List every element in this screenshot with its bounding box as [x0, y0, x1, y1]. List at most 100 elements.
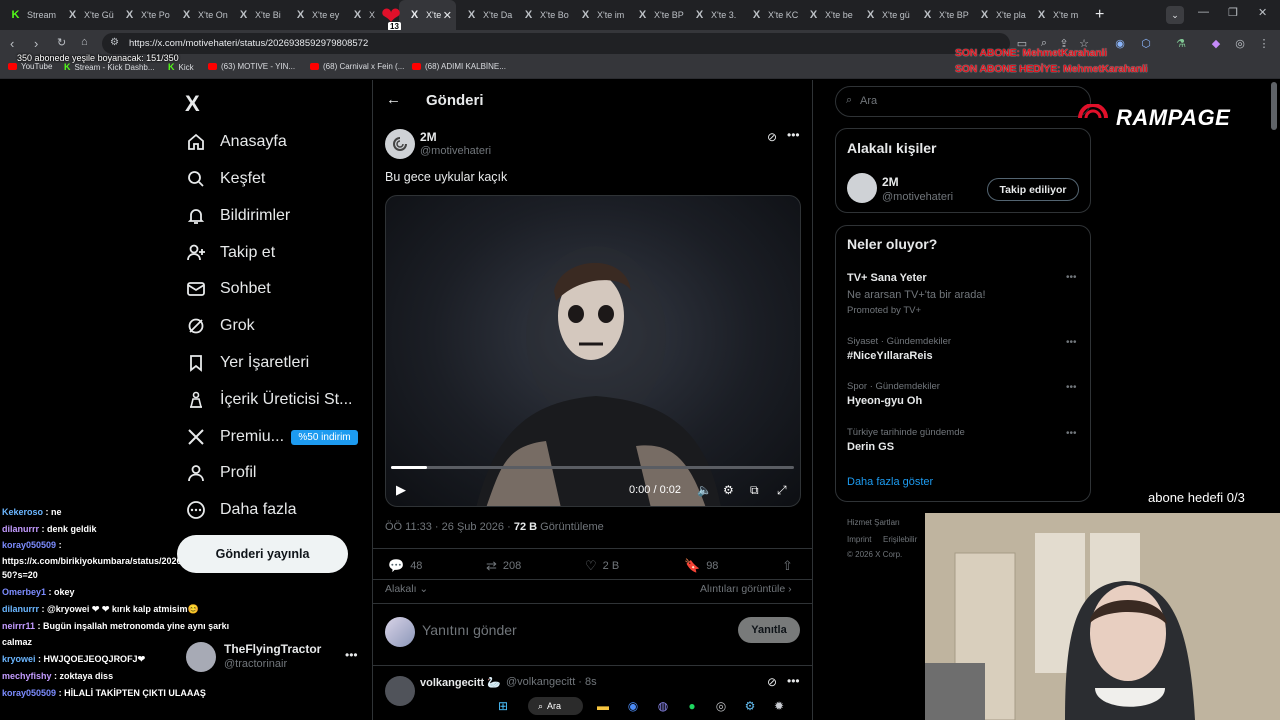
chat-username[interactable]: koray050509 — [2, 688, 56, 698]
reply-button[interactable]: Yanıtla — [738, 617, 800, 643]
chat-username[interactable]: neirrr11 — [2, 621, 35, 631]
nav-item-bookmark[interactable]: Yer İşaretleri — [186, 348, 309, 378]
grok-icon[interactable]: ⊘ — [767, 675, 777, 689]
new-tab-icon[interactable]: + — [1095, 6, 1104, 24]
browser-tab[interactable]: K Stream — [0, 0, 57, 30]
x-logo[interactable]: X — [185, 91, 200, 117]
reload-icon[interactable]: ↻ — [57, 36, 66, 49]
close-window-icon[interactable]: ✕ — [1258, 6, 1267, 19]
repost-action[interactable]: ⇄ 208 — [486, 558, 521, 574]
steam-icon[interactable]: ⚙ — [741, 697, 759, 715]
browser-tab[interactable]: X X'te BP — [627, 0, 684, 30]
nav-item-home[interactable]: Anasayfa — [186, 127, 287, 157]
bookmark-kick[interactable]: K Kick — [168, 62, 194, 72]
browser-tab[interactable]: X X'te ✕ — [399, 0, 456, 30]
more-dots-icon[interactable]: ••• — [1066, 272, 1077, 283]
author-handle[interactable]: @motivehateri — [420, 145, 491, 157]
more-dots-icon[interactable]: ••• — [345, 648, 358, 662]
author-avatar[interactable] — [385, 129, 415, 159]
windows-start-icon[interactable]: ⊞ — [494, 697, 512, 715]
chat-username[interactable]: koray050509 — [2, 540, 56, 550]
back-arrow-icon[interactable]: ← — [386, 91, 401, 108]
tab-search-button[interactable]: ⌄ — [1166, 6, 1184, 24]
lab-icon[interactable]: ⚗ — [1175, 37, 1187, 50]
avatar[interactable] — [847, 173, 877, 203]
browser-tab[interactable]: X X'te Bi — [228, 0, 285, 30]
minimize-icon[interactable]: — — [1198, 6, 1209, 18]
trend-name[interactable]: Hyeon-gyu Oh — [847, 395, 922, 407]
pip-icon[interactable]: ⧉ — [750, 483, 759, 498]
more-dots-icon[interactable]: ••• — [1066, 428, 1077, 439]
back-arrow-icon[interactable]: ‹ — [10, 36, 14, 51]
more-dots-icon[interactable]: ••• — [787, 674, 800, 688]
url-text[interactable]: https://x.com/motivehateri/status/202693… — [129, 38, 368, 49]
browser-tab[interactable]: X X'te Po — [114, 0, 171, 30]
menu-dots-icon[interactable]: ⋮ — [1258, 37, 1270, 50]
bookmark-motive[interactable]: (63) MOTIVE - YIN... — [208, 62, 295, 71]
search-placeholder[interactable]: Ara — [860, 95, 877, 107]
close-tab-icon[interactable]: ✕ — [443, 9, 452, 22]
nav-item-more[interactable]: Daha fazla — [186, 495, 297, 525]
settings-icon[interactable]: ⚙ — [723, 483, 734, 497]
puzzle-icon[interactable]: ⬡ — [1140, 37, 1152, 50]
chat-username[interactable]: Omerbey1 — [2, 587, 46, 597]
browser-tab[interactable]: X X'te KC — [741, 0, 798, 30]
related-handle[interactable]: @motivehateri — [882, 191, 953, 203]
file-explorer-icon[interactable]: ▬ — [594, 697, 612, 715]
bookmark-youtube[interactable]: YouTube — [8, 62, 52, 71]
trend-name[interactable]: Derin GS — [847, 441, 894, 453]
nav-item-x[interactable]: Premiu... — [186, 422, 284, 452]
more-dots-icon[interactable]: ••• — [1066, 337, 1077, 348]
scrollbar[interactable] — [1271, 82, 1277, 130]
show-more-link[interactable]: Daha fazla göster — [847, 476, 933, 488]
browser-tab[interactable]: X X'te On — [171, 0, 228, 30]
chat-username[interactable]: kryowei — [2, 654, 36, 664]
reply-author-name[interactable]: volkangecitt 🦢 — [420, 676, 501, 689]
video-progress-track[interactable] — [391, 466, 794, 469]
grok-icon[interactable]: ⊘ — [767, 130, 777, 144]
forward-arrow-icon[interactable]: › — [34, 36, 38, 51]
fullscreen-icon[interactable]: ⤢ — [777, 483, 787, 498]
browser-tab[interactable]: X X'te 3. — [684, 0, 741, 30]
browser-tab[interactable]: X X'te Bo — [513, 0, 570, 30]
nav-item-grok[interactable]: Grok — [186, 311, 255, 341]
settings-icon[interactable]: ✹ — [770, 697, 788, 715]
home-button-icon[interactable]: ⌂ — [81, 36, 88, 48]
browser-tab[interactable]: X X'te pla — [969, 0, 1026, 30]
chat-username[interactable]: dilanurrr — [2, 524, 39, 534]
gamepad-icon[interactable]: ◆ — [1210, 37, 1222, 50]
chrome-icon[interactable]: ◉ — [624, 697, 642, 715]
extension-icon[interactable]: ◉ — [1114, 37, 1126, 50]
browser-tab[interactable]: X X'te ey — [285, 0, 342, 30]
video-player[interactable] — [385, 195, 801, 507]
sort-relevant-dropdown[interactable]: Alakalı ⌄ — [385, 583, 428, 595]
share-action[interactable]: ⇧ — [782, 558, 793, 574]
browser-tab[interactable]: X X'te im — [570, 0, 627, 30]
bookmark-action[interactable]: 🔖 98 — [684, 558, 718, 574]
trend-name[interactable]: TV+ Sana Yeter — [847, 272, 927, 284]
play-icon[interactable]: ▶ — [396, 482, 406, 498]
obs-icon[interactable]: ◎ — [712, 697, 730, 715]
following-button[interactable]: Takip ediliyor — [987, 178, 1079, 201]
bookmark-adimi[interactable]: (68) ADIMI KALBİNE... — [412, 62, 506, 71]
nav-item-follow[interactable]: Takip et — [186, 238, 275, 268]
avatar[interactable] — [385, 676, 415, 706]
chat-username[interactable]: Kekeroso — [2, 507, 43, 517]
trend-name[interactable]: #NiceYıllaraReis — [847, 350, 933, 362]
like-action[interactable]: ♡ 2 B — [585, 558, 619, 574]
more-dots-icon[interactable]: ••• — [1066, 382, 1077, 393]
account-name[interactable]: TheFlyingTractor — [224, 642, 321, 656]
browser-tab[interactable]: X X'te BP — [912, 0, 969, 30]
bookmark-kick-dashboard[interactable]: K Stream - Kick Dashb... — [64, 62, 155, 72]
footer-accessibility[interactable]: Erişilebilir — [883, 535, 917, 544]
nav-item-mail[interactable]: Sohbet — [186, 274, 271, 304]
reply-author-handle[interactable]: @volkangecitt · 8s — [506, 676, 597, 688]
related-name[interactable]: 2M — [882, 175, 899, 189]
spotify-icon[interactable]: ● — [683, 697, 701, 715]
nav-item-search[interactable]: Keşfet — [186, 164, 265, 194]
chat-username[interactable]: dilanurrr — [2, 604, 39, 614]
browser-tab[interactable]: X X'te Gü — [57, 0, 114, 30]
nav-item-creator[interactable]: İçerik Üreticisi St... — [186, 385, 352, 415]
reply-action[interactable]: 💬 48 — [388, 558, 422, 574]
browser-tab[interactable]: X X'te gü — [855, 0, 912, 30]
